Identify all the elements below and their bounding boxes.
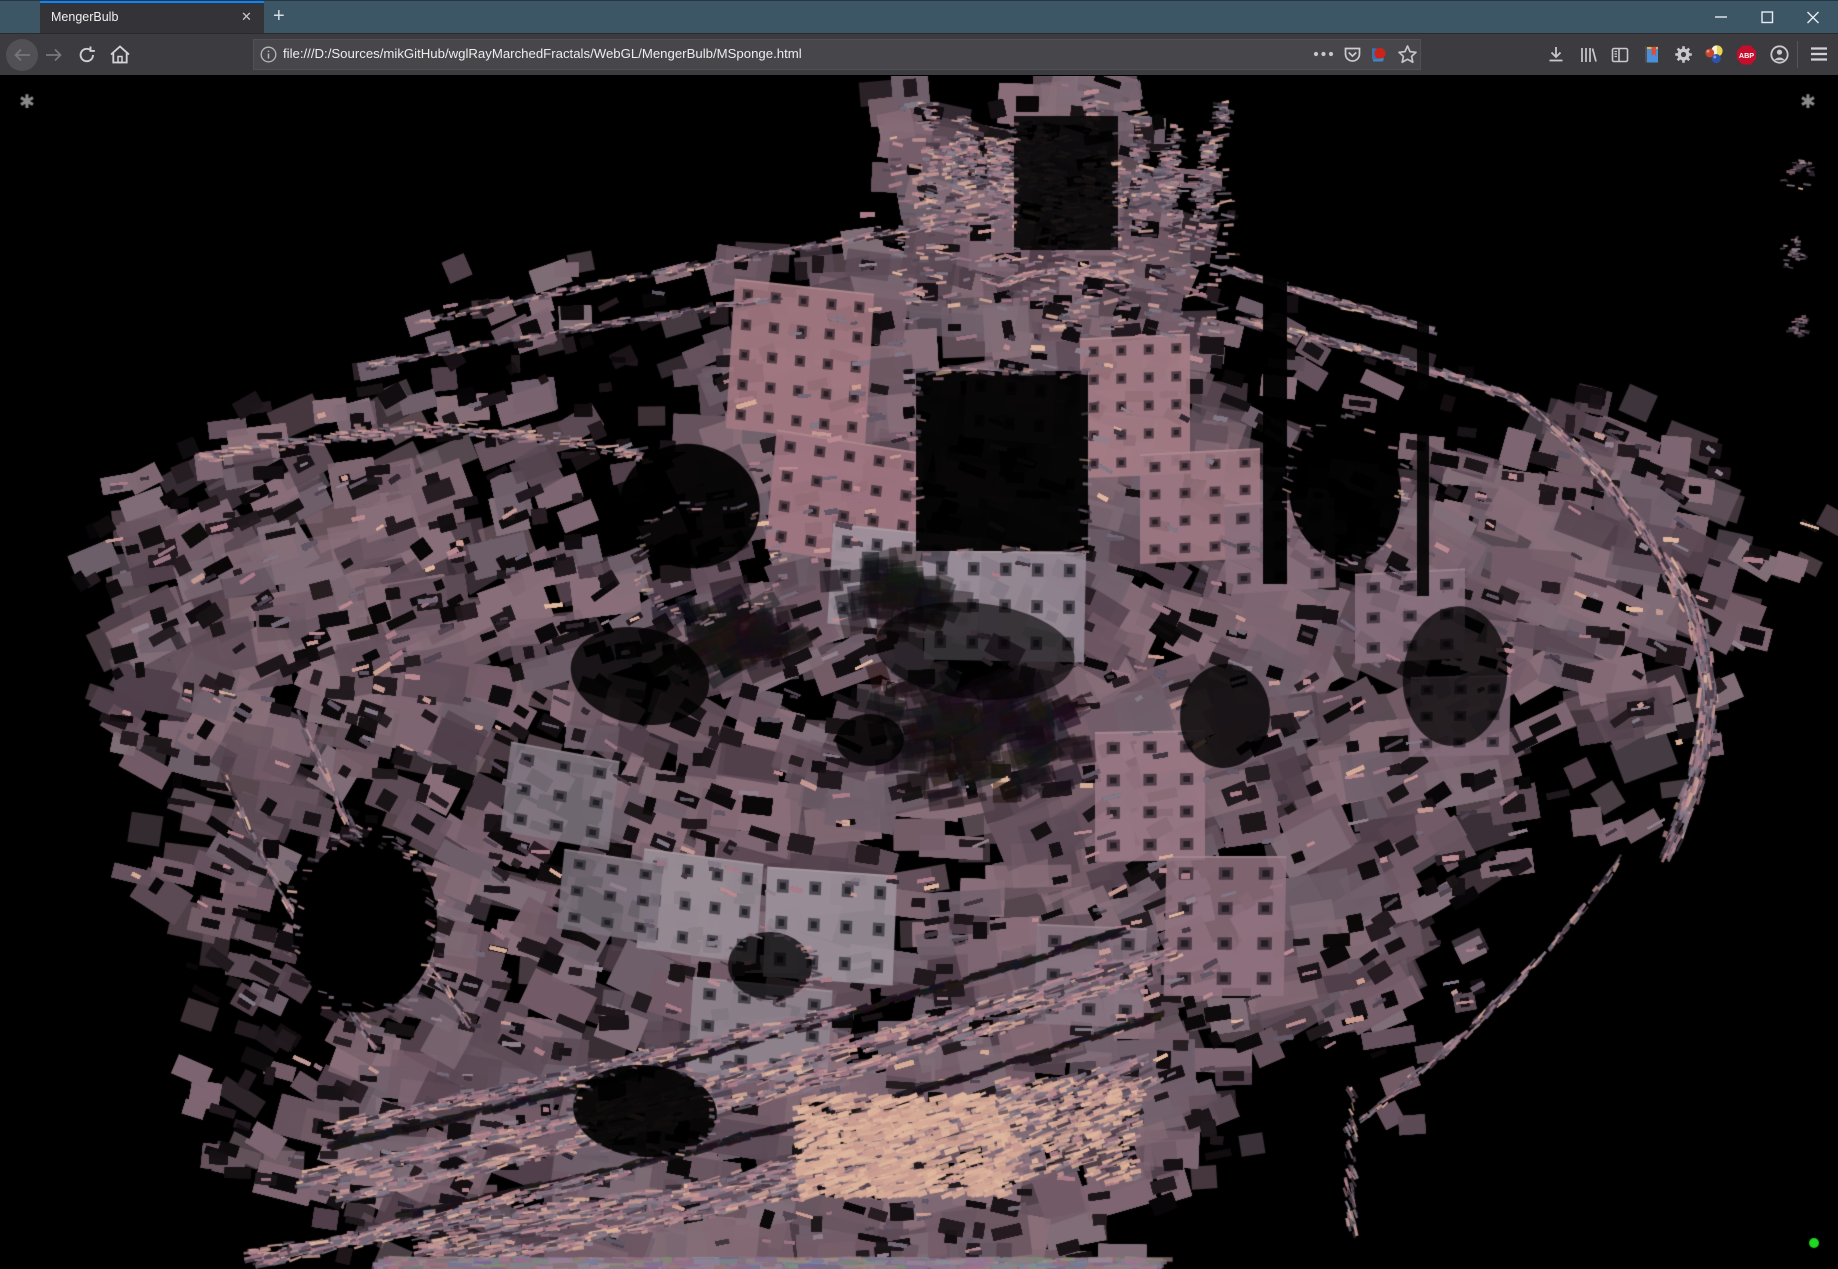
svg-text:ABP: ABP — [1739, 51, 1754, 60]
